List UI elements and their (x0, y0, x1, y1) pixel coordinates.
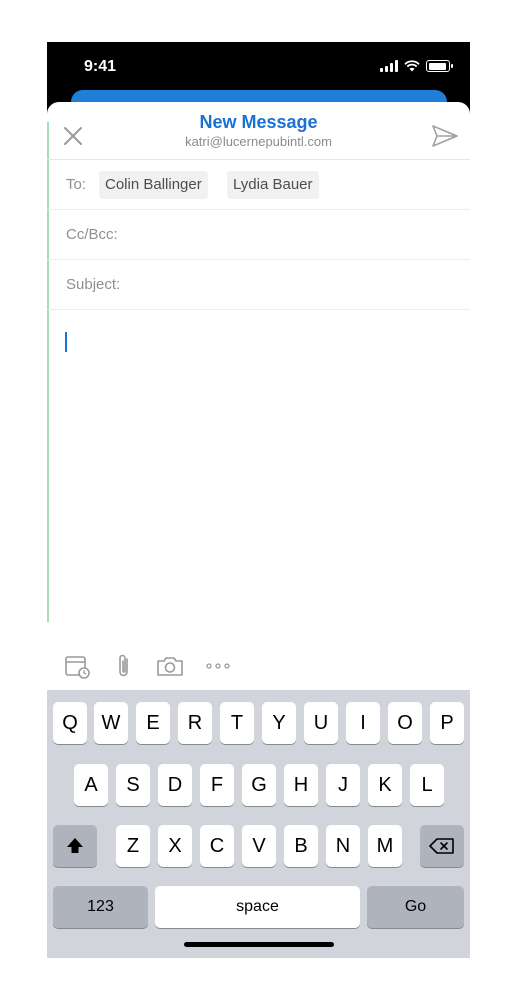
key-h[interactable]: H (284, 764, 318, 806)
key-x[interactable]: X (158, 825, 192, 867)
to-field[interactable]: To: Colin Ballinger Lydia Bauer (47, 160, 470, 210)
compose-header: New Message katri@lucernepubintl.com (47, 102, 470, 160)
key-q[interactable]: Q (53, 702, 87, 744)
key-c[interactable]: C (200, 825, 234, 867)
key-s[interactable]: S (116, 764, 150, 806)
compose-toolbar (47, 642, 470, 690)
status-icons (380, 60, 453, 72)
wifi-icon (404, 60, 420, 72)
message-body[interactable] (47, 310, 470, 576)
delete-key[interactable] (420, 825, 464, 867)
key-o[interactable]: O (388, 702, 422, 744)
send-icon[interactable] (430, 122, 460, 150)
sender-account[interactable]: katri@lucernepubintl.com (47, 134, 470, 149)
key-i[interactable]: I (346, 702, 380, 744)
page-title: New Message (199, 112, 318, 132)
key-b[interactable]: B (284, 825, 318, 867)
shift-key[interactable] (53, 825, 97, 867)
compose-sheet: New Message katri@lucernepubintl.com To:… (47, 102, 470, 958)
go-key[interactable]: Go (367, 886, 464, 928)
recipient-chip[interactable]: Colin Ballinger (99, 171, 208, 199)
ccbcc-field[interactable]: Cc/Bcc: (47, 210, 470, 260)
cellular-signal-icon (380, 60, 398, 72)
key-r[interactable]: R (178, 702, 212, 744)
key-f[interactable]: F (200, 764, 234, 806)
subject-field[interactable]: Subject: (47, 260, 470, 310)
key-k[interactable]: K (368, 764, 402, 806)
space-key[interactable]: space (155, 886, 360, 928)
key-y[interactable]: Y (262, 702, 296, 744)
paperclip-icon[interactable] (113, 652, 135, 680)
subject-label: Subject: (66, 276, 121, 293)
more-icon[interactable] (203, 652, 233, 680)
key-u[interactable]: U (304, 702, 338, 744)
battery-icon (426, 60, 453, 72)
backspace-icon (429, 838, 454, 854)
key-n[interactable]: N (326, 825, 360, 867)
key-d[interactable]: D (158, 764, 192, 806)
home-indicator (184, 942, 334, 947)
recipient-chip[interactable]: Lydia Bauer (227, 171, 319, 199)
shift-icon (67, 838, 83, 853)
key-z[interactable]: Z (116, 825, 150, 867)
ccbcc-label: Cc/Bcc: (66, 226, 118, 243)
key-a[interactable]: A (74, 764, 108, 806)
key-l[interactable]: L (410, 764, 444, 806)
key-p[interactable]: P (430, 702, 464, 744)
numbers-key[interactable]: 123 (53, 886, 148, 928)
key-m[interactable]: M (368, 825, 402, 867)
phone-screen: 9:41 New Message katri@lucernepubintl.co… (47, 42, 470, 958)
key-e[interactable]: E (136, 702, 170, 744)
keyboard: Q W E R T Y U I O P A S D F G H J K L Z … (47, 690, 470, 958)
key-w[interactable]: W (94, 702, 128, 744)
camera-icon[interactable] (155, 652, 185, 680)
key-v[interactable]: V (242, 825, 276, 867)
status-time: 9:41 (84, 58, 117, 75)
to-label: To: (66, 176, 87, 193)
text-cursor (65, 332, 67, 352)
status-bar: 9:41 (47, 42, 470, 94)
key-t[interactable]: T (220, 702, 254, 744)
key-j[interactable]: J (326, 764, 360, 806)
key-g[interactable]: G (242, 764, 276, 806)
calendar-icon[interactable] (63, 652, 91, 680)
